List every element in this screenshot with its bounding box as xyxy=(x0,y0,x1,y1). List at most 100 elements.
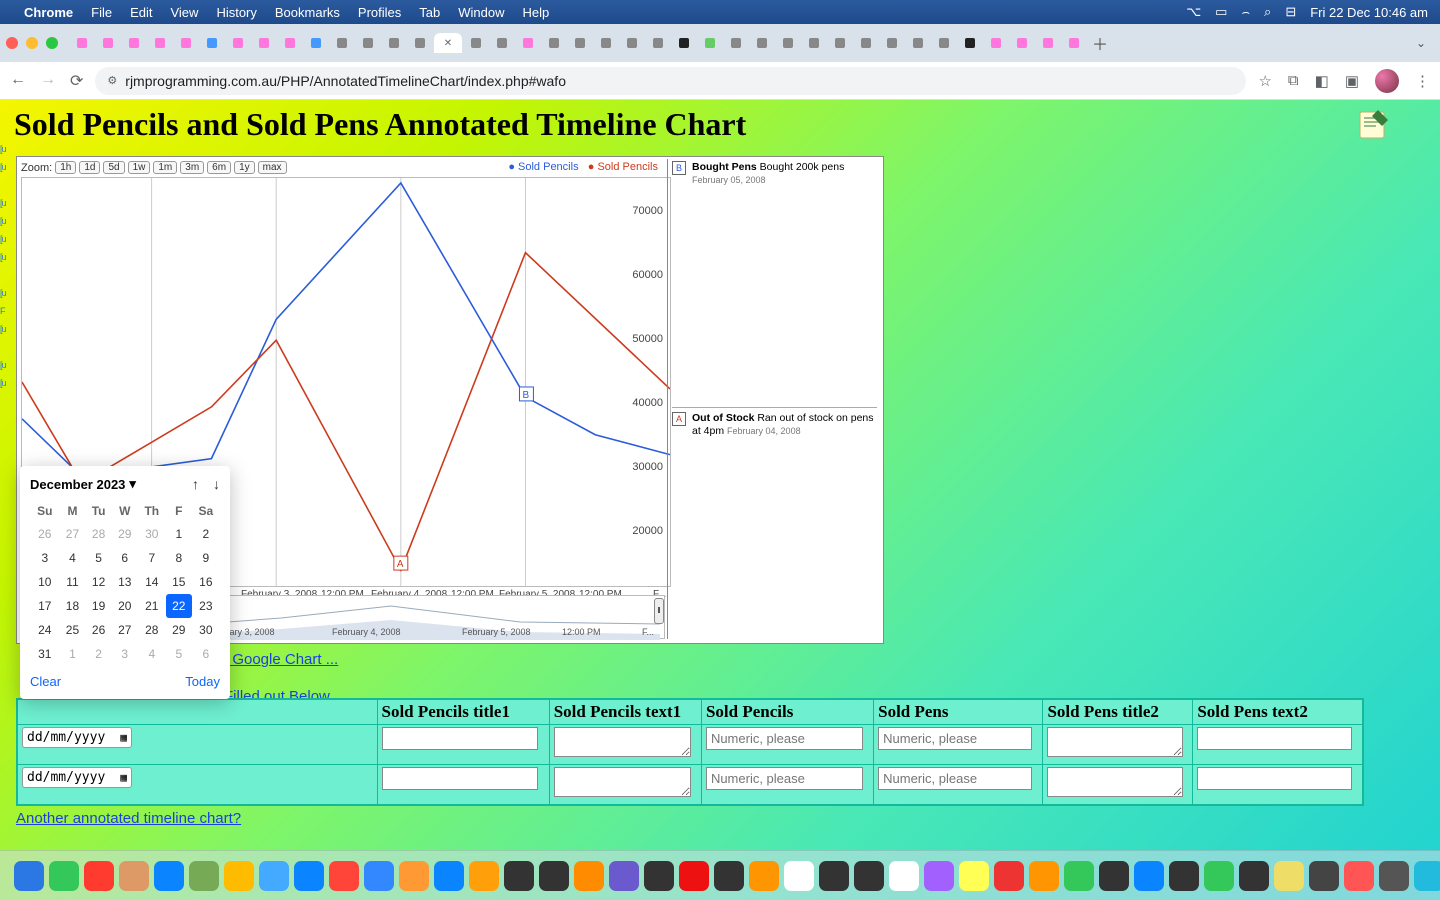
browser-tab[interactable] xyxy=(776,33,800,53)
dock-app-icon[interactable] xyxy=(679,861,709,891)
another-chart-link[interactable]: Another annotated timeline chart? xyxy=(16,810,241,827)
browser-tab[interactable] xyxy=(226,33,250,53)
annotation-b[interactable]: B Bought Pens Bought 200k pens February … xyxy=(672,161,877,187)
dock-app-icon[interactable] xyxy=(1274,861,1304,891)
browser-tab[interactable] xyxy=(698,33,722,53)
dock-app-icon[interactable] xyxy=(14,861,44,891)
dock-app-icon[interactable] xyxy=(714,861,744,891)
browser-tab[interactable] xyxy=(984,33,1008,53)
dock-app-icon[interactable] xyxy=(154,861,184,891)
dock-app-icon[interactable] xyxy=(49,861,79,891)
bookmark-star-icon[interactable]: ☆ xyxy=(1258,72,1271,90)
dock-app-icon[interactable] xyxy=(1064,861,1094,891)
text1-input[interactable] xyxy=(554,727,692,757)
browser-tab[interactable] xyxy=(724,33,748,53)
dock-app-icon[interactable] xyxy=(959,861,989,891)
dock-app-icon[interactable] xyxy=(294,861,324,891)
browser-tab[interactable] xyxy=(408,33,432,53)
browser-tab[interactable] xyxy=(252,33,276,53)
dock-app-icon[interactable] xyxy=(504,861,534,891)
dock-app-icon[interactable] xyxy=(1099,861,1129,891)
dock-app-icon[interactable] xyxy=(189,861,219,891)
menu-tab[interactable]: Tab xyxy=(419,5,440,20)
bluetooth-icon[interactable]: ⌥ xyxy=(1186,4,1201,20)
browser-tab[interactable] xyxy=(356,33,380,53)
browser-tab[interactable] xyxy=(646,33,670,53)
site-settings-icon[interactable]: ⚙ xyxy=(107,74,117,87)
new-tab-button[interactable]: ＋ xyxy=(1092,31,1108,55)
battery-icon[interactable]: ▭ xyxy=(1215,4,1227,20)
dock-app-icon[interactable] xyxy=(259,861,289,891)
browser-tab[interactable] xyxy=(802,33,826,53)
browser-tab[interactable] xyxy=(70,33,94,53)
side-panel-icon[interactable]: ◧ xyxy=(1315,72,1329,90)
app-menu[interactable]: Chrome xyxy=(24,5,73,20)
browser-tab[interactable] xyxy=(1036,33,1060,53)
calendar-selected-day[interactable]: 22 xyxy=(166,594,192,618)
dock-app-icon[interactable] xyxy=(889,861,919,891)
dock-app-icon[interactable] xyxy=(84,861,114,891)
browser-tab[interactable] xyxy=(330,33,354,53)
spotlight-icon[interactable]: ⌕ xyxy=(1264,4,1271,20)
menu-history[interactable]: History xyxy=(216,5,256,20)
back-button[interactable]: ← xyxy=(10,71,26,91)
dock-app-icon[interactable] xyxy=(1414,861,1440,891)
browser-tab[interactable] xyxy=(464,33,488,53)
zoom-1m[interactable]: 1m xyxy=(153,161,177,174)
text2-input[interactable] xyxy=(1197,727,1351,750)
browser-tab[interactable] xyxy=(490,33,514,53)
zoom-1h[interactable]: 1h xyxy=(55,161,76,174)
browser-tab[interactable] xyxy=(594,33,618,53)
calendar-icon[interactable]: ▦ xyxy=(120,731,127,744)
browser-tab[interactable] xyxy=(672,33,696,53)
dock-app-icon[interactable] xyxy=(784,861,814,891)
zoom-6m[interactable]: 6m xyxy=(207,161,231,174)
title1-input[interactable] xyxy=(382,727,539,750)
calendar-month-label[interactable]: December 2023▾ xyxy=(30,476,192,492)
date-field[interactable]: dd/mm/yyyy▦ xyxy=(22,767,132,788)
title2-input[interactable] xyxy=(1047,767,1182,797)
dock-app-icon[interactable] xyxy=(1309,861,1339,891)
browser-tab[interactable] xyxy=(906,33,930,53)
browser-tab[interactable] xyxy=(958,33,982,53)
browser-tab[interactable] xyxy=(880,33,904,53)
browser-tab[interactable] xyxy=(278,33,302,53)
browser-tab[interactable] xyxy=(174,33,198,53)
browser-tab[interactable] xyxy=(620,33,644,53)
dock-app-icon[interactable] xyxy=(539,861,569,891)
menu-bookmarks[interactable]: Bookmarks xyxy=(275,5,340,20)
dock-app-icon[interactable] xyxy=(1239,861,1269,891)
wifi-icon[interactable]: ⌢ xyxy=(1241,4,1250,20)
date-picker-popup[interactable]: December 2023▾ ↑ ↓ SuMTuWThFSa 262728293… xyxy=(20,466,230,699)
dock-app-icon[interactable] xyxy=(924,861,954,891)
zoom-5d[interactable]: 5d xyxy=(103,161,124,174)
pens-input[interactable] xyxy=(878,727,1032,750)
dock-app-icon[interactable] xyxy=(1344,861,1374,891)
address-bar[interactable]: ⚙ rjmprogramming.com.au/PHP/AnnotatedTim… xyxy=(95,67,1246,95)
dock-app-icon[interactable] xyxy=(574,861,604,891)
dock-app-icon[interactable] xyxy=(749,861,779,891)
menu-edit[interactable]: Edit xyxy=(130,5,152,20)
zoom-max[interactable]: max xyxy=(258,161,287,174)
calendar-clear-button[interactable]: Clear xyxy=(30,674,61,689)
browser-tab[interactable] xyxy=(542,33,566,53)
pencils-input[interactable] xyxy=(706,727,863,750)
dock-app-icon[interactable] xyxy=(609,861,639,891)
dock-app-icon[interactable] xyxy=(1169,861,1199,891)
note-icon[interactable] xyxy=(1358,108,1390,140)
dock-app-icon[interactable] xyxy=(434,861,464,891)
browser-tab[interactable] xyxy=(382,33,406,53)
browser-tab[interactable] xyxy=(1010,33,1034,53)
chrome-menu-icon[interactable]: ⋮ xyxy=(1415,72,1430,90)
text1-input[interactable] xyxy=(554,767,692,797)
browser-tab[interactable] xyxy=(148,33,172,53)
dock-app-icon[interactable] xyxy=(1134,861,1164,891)
calendar-next-button[interactable]: ↓ xyxy=(213,476,220,492)
date-field[interactable]: dd/mm/yyyy▦ xyxy=(22,727,132,748)
zoom-1w[interactable]: 1w xyxy=(128,161,151,174)
dock-app-icon[interactable] xyxy=(224,861,254,891)
annotation-a[interactable]: A Out of Stock Ran out of stock on pens … xyxy=(672,407,877,438)
close-icon[interactable]: ✕ xyxy=(444,38,452,49)
zoom-3m[interactable]: 3m xyxy=(180,161,204,174)
close-window-button[interactable] xyxy=(6,37,18,49)
